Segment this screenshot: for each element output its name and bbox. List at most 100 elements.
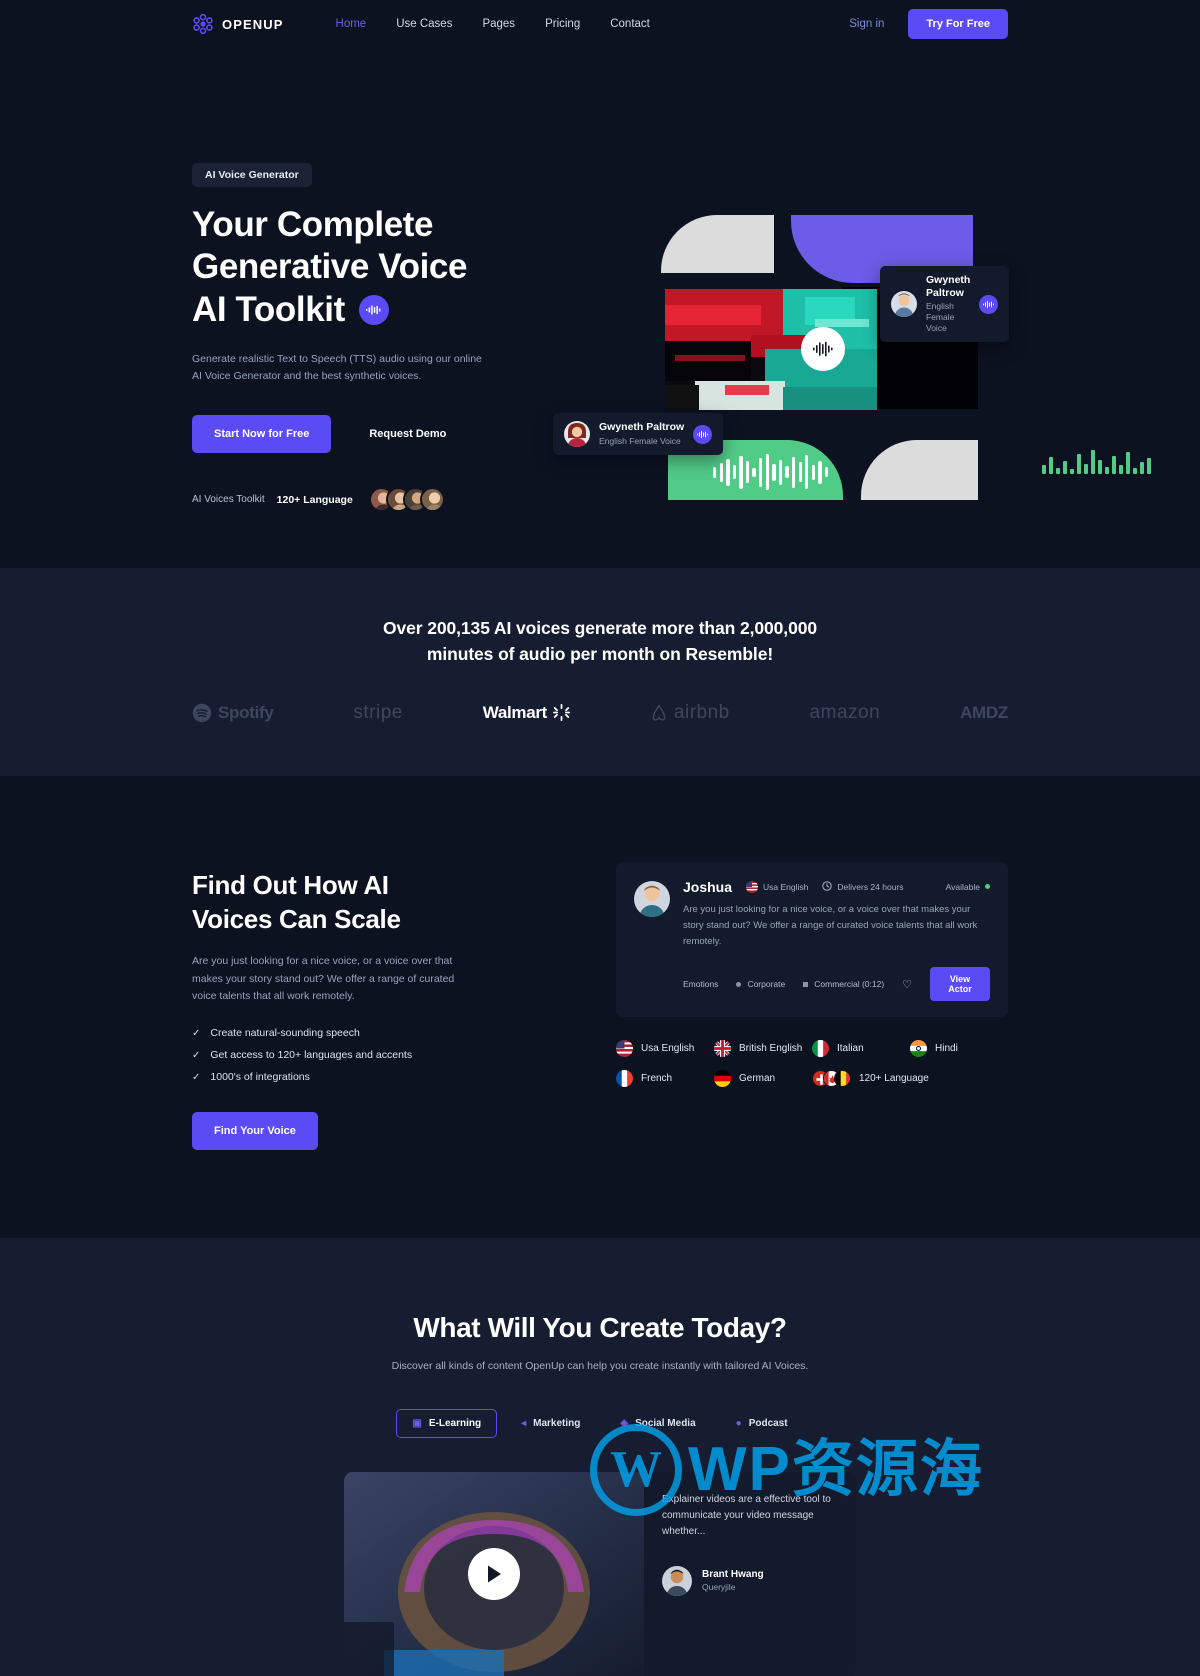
nav-item-pricing[interactable]: Pricing [545,18,580,30]
tab-marketing[interactable]: ◂ Marketing [505,1409,596,1438]
hero-play-button[interactable] [801,327,845,371]
hero-subtext: Generate realistic Text to Speech (TTS) … [192,353,482,383]
audio-wave-icon[interactable] [979,294,999,314]
list-item: ✓ 1000's of integrations [192,1071,522,1083]
language-chip-french[interactable]: French [616,1070,714,1088]
language-label: 120+ Language [859,1073,929,1085]
audio-wave-icon [358,294,389,325]
scale-heading: Find Out How AI Voices Can Scale [192,868,522,937]
language-chip-italian[interactable]: Italian [812,1040,910,1058]
logo-stripe: stripe [353,702,402,724]
voice-card-name: Gwyneth Paltrow [599,421,685,434]
belgium-flag-icon [834,1070,851,1088]
logo-label: airbnb [673,701,730,723]
request-demo-button[interactable]: Request Demo [351,415,464,453]
avatar [662,1565,692,1596]
france-flag-icon [616,1070,633,1088]
language-chip-usa-english[interactable]: Usa English [616,1040,714,1058]
megaphone-icon: ◂ [521,1418,527,1430]
tag-emotions[interactable]: Emotions [683,979,718,989]
walmart-spark-icon [553,704,571,721]
testimonial-panel: Explainer videos are a effective tool to… [644,1472,856,1676]
us-flag-icon [616,1040,633,1058]
language-label: Usa English [641,1043,695,1055]
brand-logo[interactable]: OPENUP [192,13,284,35]
logo-label: Walmart [482,702,548,722]
language-label: French [641,1073,673,1085]
tag-corporate[interactable]: Corporate [736,979,785,989]
check-icon: ✓ [192,1049,201,1061]
view-actor-button[interactable]: View Actor [930,967,990,1002]
language-label: German [739,1073,776,1085]
italy-flag-icon [812,1040,829,1058]
bullet-icon [736,981,742,987]
scale-heading-line-2: Voices Can Scale [192,903,401,934]
testimonial-author: Brant Hwang Queryjile [662,1565,838,1596]
hero-heading-line-3: AI Toolkit [192,289,345,329]
language-chip-hindi[interactable]: Hindi [910,1040,1008,1058]
stats-heading: Over 200,135 AI voices generate more tha… [0,615,1200,668]
feature-list: ✓ Create natural-sounding speech ✓ Get a… [192,1027,522,1083]
waveform-visual [713,451,829,493]
start-now-button[interactable]: Start Now for Free [192,415,332,454]
brand-name: OPENUP [222,16,284,32]
list-item: ✓ Get access to 120+ languages and accen… [192,1049,522,1061]
category-tabs: ▣ E-Learning ◂ Marketing ◈ Social Media … [0,1409,1200,1439]
status-dot-icon [985,884,990,889]
language-chip-german[interactable]: German [714,1070,812,1088]
tab-social-media[interactable]: ◈ Social Media [604,1409,711,1438]
logo-spotify: Spotify [192,703,274,723]
nav-item-contact[interactable]: Contact [610,18,650,30]
heart-icon[interactable]: ♡ [902,978,912,991]
feature-label: 1000's of integrations [210,1071,310,1084]
find-your-voice-button[interactable]: Find Your Voice [192,1112,318,1151]
stats-line-1: Over 200,135 AI voices generate more tha… [383,618,817,638]
hero-collage: Gwyneth Paltrow English Female Voice Gwy… [553,215,1151,505]
us-flag-icon [746,880,759,893]
nav-item-pages[interactable]: Pages [482,18,515,30]
create-heading: What Will You Create Today? [413,1312,787,1344]
check-icon: ✓ [192,1071,201,1083]
scale-visual: Joshua Usa English Delivers 24 hours Ava… [616,854,1008,1151]
brand-logos: Spotify stripe Walmart airbnb amazon AMD… [0,668,1200,724]
share-icon: ◈ [620,1418,629,1430]
scale-paragraph: Are you just looking for a nice voice, o… [192,955,455,1002]
testimonial-quote: Explainer videos are a effective tool to… [662,1494,831,1537]
actor-description: Are you just looking for a nice voice, o… [683,903,978,948]
play-icon[interactable] [468,1548,520,1601]
logo-airbnb: airbnb [650,702,730,724]
logo-amd: AMDZ [960,703,1008,723]
nav-item-home[interactable]: Home [336,18,367,30]
page-title: Your Complete Generative Voice AI Toolki… [192,204,522,331]
hero-meta: AI Voices Toolkit 120+ Language [192,487,522,513]
try-for-free-button[interactable]: Try For Free [908,9,1008,39]
actor-delivery-label: Delivers 24 hours [837,881,904,892]
voice-actor-card[interactable]: Joshua Usa English Delivers 24 hours Ava… [616,861,1008,1018]
voice-card[interactable]: Gwyneth Paltrow English Female Voice [880,266,1010,343]
uk-flag-icon [714,1040,731,1058]
voice-card-name: Gwyneth Paltrow [926,274,971,300]
tag-commercial[interactable]: Commercial (0:12) [803,979,884,989]
stats-band: Over 200,135 AI voices generate more tha… [0,568,1200,776]
logo-label: stripe [353,701,403,723]
availability-label: Available [945,881,980,892]
language-chip-british-english[interactable]: British English [714,1040,812,1058]
book-icon: ▣ [412,1418,422,1430]
scale-section: Find Out How AI Voices Can Scale Are you… [0,775,1200,1239]
nav-item-use-cases[interactable]: Use Cases [396,18,452,30]
signin-link[interactable]: Sign in [849,18,884,30]
tab-podcast[interactable]: ● Podcast [720,1409,804,1438]
video-preview[interactable] [344,1472,644,1676]
voice-card[interactable]: Gwyneth Paltrow English Female Voice [553,413,724,455]
tab-e-learning[interactable]: ▣ E-Learning [396,1409,498,1439]
collage-glitch-photo [665,289,877,410]
hero-cta-group: Start Now for Free Request Demo [192,415,522,454]
avatar [564,421,590,447]
audio-wave-icon[interactable] [693,424,713,444]
language-label: Italian [837,1043,864,1055]
language-label: British English [739,1043,803,1055]
top-navigation: OPENUP Home Use Cases Pages Pricing Cont… [0,0,1200,48]
language-chip-more[interactable]: 120+ Language [812,1070,941,1088]
status-badge: Available [946,882,990,892]
feature-label: Get access to 120+ languages and accents [210,1049,413,1062]
